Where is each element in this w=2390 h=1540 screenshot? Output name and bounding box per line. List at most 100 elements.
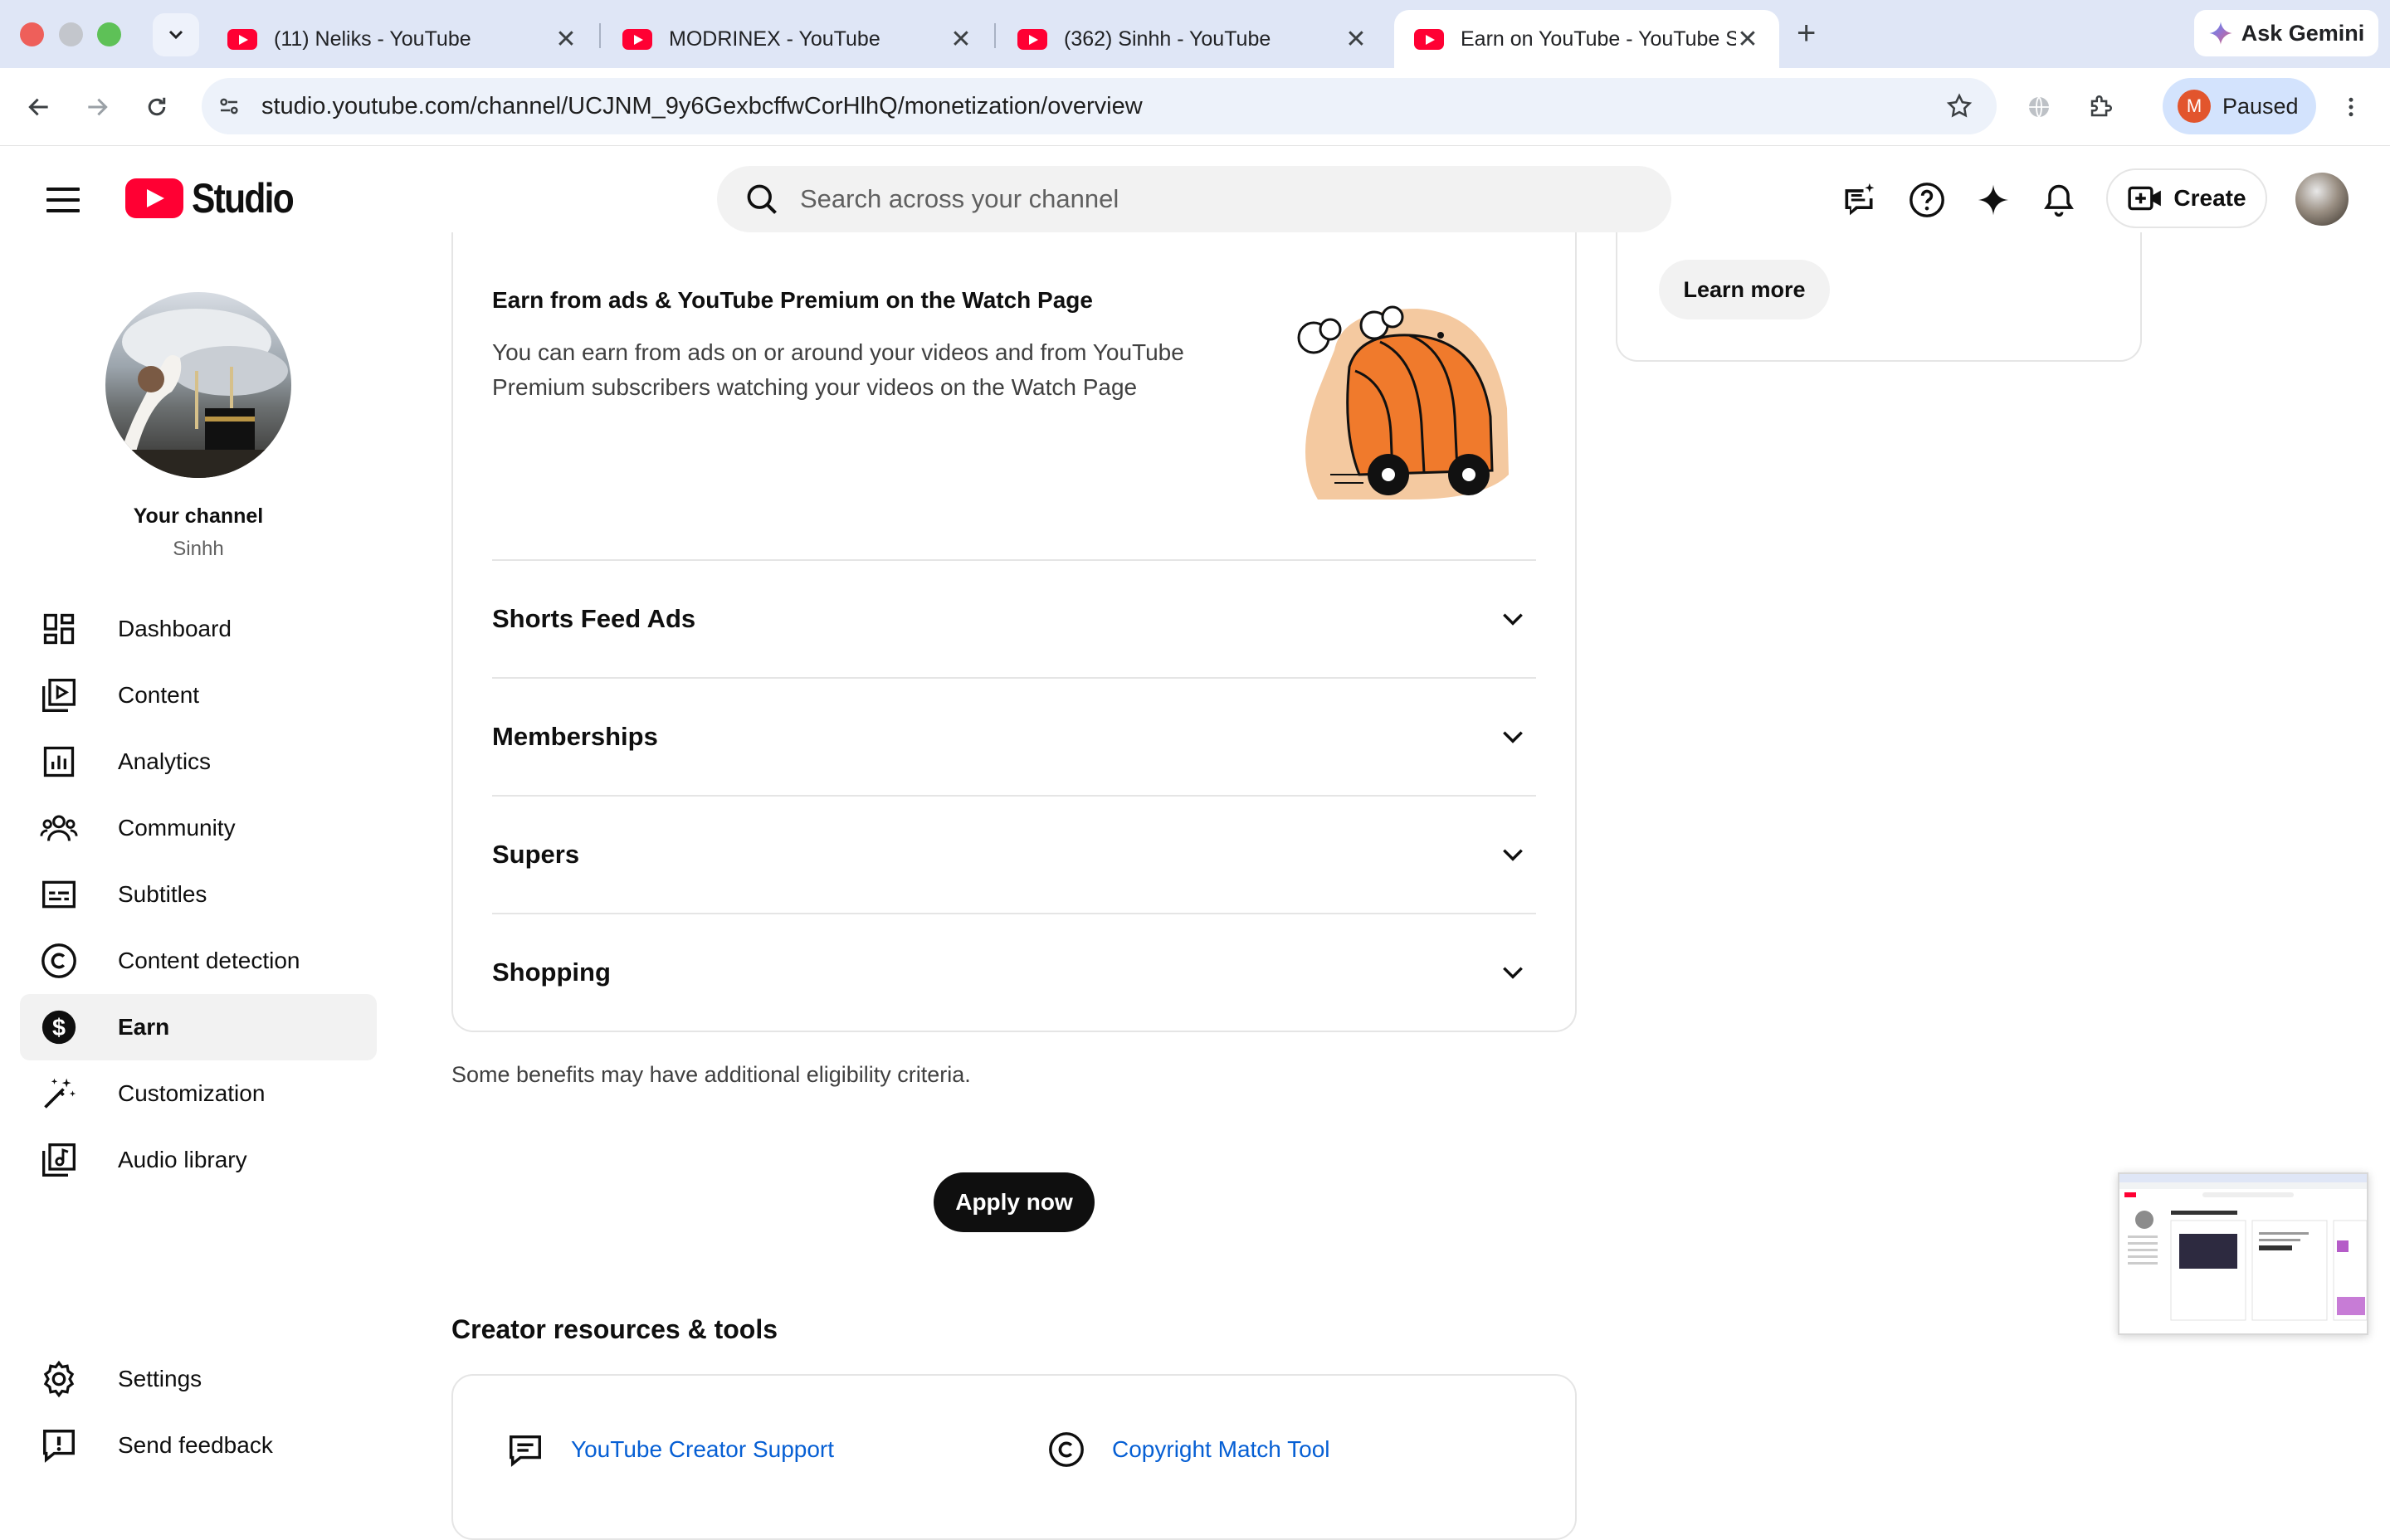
back-button[interactable] [18,86,60,128]
chevron-down-icon[interactable] [1496,956,1529,989]
globe-icon [2029,96,2049,118]
channel-avatar-image [105,309,291,478]
screenshot-thumbnail[interactable] [2118,1172,2368,1335]
tab-title: (11) Neliks - YouTube [274,27,471,51]
sparkle-icon [1978,184,2009,216]
apply-now-button[interactable]: Apply now [934,1172,1095,1232]
help-button[interactable] [1906,179,1948,221]
feedback-icon [38,1425,80,1466]
tab-search-button[interactable] [153,13,199,56]
hamburger-menu-button[interactable] [46,188,80,212]
browser-tab-active[interactable]: Earn on YouTube - YouTube Studio ✕ [1394,10,1779,68]
content-icon [38,675,80,716]
audio-library-icon [38,1139,80,1181]
svg-text:$: $ [52,1015,66,1041]
learn-more-button[interactable]: Learn more [1659,260,1830,319]
copyright-match-tool-label[interactable]: Copyright Match Tool [1112,1436,1330,1463]
sidebar-item-label: Settings [118,1366,202,1391]
channel-search-bar[interactable]: Search across your channel [717,166,1671,232]
notifications-button[interactable] [2038,179,2080,221]
sidebar-item-customization[interactable]: Customization [20,1060,377,1127]
chevron-down-icon[interactable] [1496,602,1529,636]
reload-icon [148,97,166,116]
accordion-supers[interactable]: Supers [492,795,1536,913]
studio-logo[interactable]: Studio [125,174,311,222]
window-maximize-button[interactable] [97,22,121,46]
copyright-match-tool-link[interactable]: Copyright Match Tool [1046,1429,1330,1470]
creator-support-label[interactable]: YouTube Creator Support [571,1436,834,1463]
tab-close-icon[interactable]: ✕ [1344,25,1368,54]
account-avatar[interactable] [2295,173,2349,226]
tab-separator [599,23,601,48]
profile-button[interactable]: M Paused [2163,78,2316,134]
accordion-title: Supers [492,840,580,869]
tab-close-icon[interactable]: ✕ [554,25,578,54]
chat-icon [505,1429,546,1470]
new-tab-button[interactable]: + [1797,15,1816,52]
accordion-shopping[interactable]: Shopping [492,913,1536,1031]
sidebar-item-label: Earn [118,1014,170,1040]
reload-button[interactable] [136,86,178,128]
tab-separator [994,23,996,48]
browser-tab[interactable]: MODRINEX - YouTube ✕ [602,10,993,68]
chevron-down-icon[interactable] [1496,720,1529,753]
window-minimize-button[interactable] [59,22,83,46]
translate-button[interactable] [2018,86,2060,128]
dashboard-icon [38,608,80,650]
forward-button[interactable] [76,86,118,128]
ask-gemini-button[interactable]: Ask Gemini [2194,10,2378,56]
magic-wand-icon [38,1073,80,1114]
sidebar-item-send-feedback[interactable]: Send feedback [20,1412,377,1479]
sidebar-item-community[interactable]: Community [20,795,377,861]
create-button[interactable]: Create [2106,168,2267,228]
watch-page-earnings-description: You can earn from ads on or around your … [492,339,1184,400]
tab-close-icon[interactable]: ✕ [949,25,973,54]
sidebar-item-settings[interactable]: Settings [20,1346,377,1412]
creator-resources-title: Creator resources & tools [451,1314,778,1344]
site-settings-icon[interactable] [217,94,241,119]
copyright-icon [1046,1429,1087,1470]
sidebar-item-analytics[interactable]: Analytics [20,729,377,795]
browser-menu-button[interactable] [2330,86,2372,128]
browser-tab[interactable]: (11) Neliks - YouTube ✕ [207,10,598,68]
accordion-title: Shopping [492,958,611,987]
sidebar-item-label: Analytics [118,748,212,774]
sidebar-item-content[interactable]: Content [20,662,377,729]
gear-icon [38,1358,80,1400]
dollar-icon: $ [38,1006,80,1048]
profile-status: Paused [2222,93,2299,119]
youtube-favicon-icon [1414,28,1444,50]
accordion-title: Shorts Feed Ads [492,604,696,633]
search-icon[interactable] [744,181,780,217]
extensions-button[interactable] [2080,86,2121,128]
sidebar-item-dashboard[interactable]: Dashboard [20,596,377,662]
studio-logo-text: Studio [192,175,295,222]
sidebar-item-audio-library[interactable]: Audio library [20,1127,377,1193]
creator-support-link[interactable]: YouTube Creator Support [505,1429,834,1470]
community-icon [38,807,80,849]
sidebar-item-content-detection[interactable]: Content detection [20,928,377,994]
channel-name: Sinhh [173,538,224,560]
video-add-icon [2128,186,2162,211]
car-illustration [1285,292,1515,508]
ai-sparkle-button[interactable] [1973,179,2014,221]
bookmark-star-icon[interactable] [1945,92,1973,120]
accordion-memberships[interactable]: Memberships [492,677,1536,795]
search-input[interactable]: Search across your channel [800,184,1119,214]
accordion-title: Memberships [492,722,658,751]
sidebar-item-earn[interactable]: $ Earn [20,994,377,1060]
chevron-down-icon[interactable] [1496,838,1529,871]
address-bar[interactable]: studio.youtube.com/channel/UCJNM_9y6Gexb… [202,78,1997,134]
accordion-shorts-feed-ads[interactable]: Shorts Feed Ads [492,559,1536,677]
arrow-right-icon [88,98,108,116]
sidebar-item-subtitles[interactable]: Subtitles [20,861,377,928]
browser-tab[interactable]: (362) Sinhh - YouTube ✕ [997,10,1388,68]
analytics-icon [38,741,80,782]
channel-avatar[interactable] [105,292,291,478]
arrow-left-icon [28,98,48,116]
sidebar-item-label: Audio library [118,1147,247,1172]
window-close-button[interactable] [20,22,44,46]
copyright-icon [38,940,80,982]
tab-close-icon[interactable]: ✕ [1736,25,1759,54]
comments-button[interactable] [1838,179,1880,221]
